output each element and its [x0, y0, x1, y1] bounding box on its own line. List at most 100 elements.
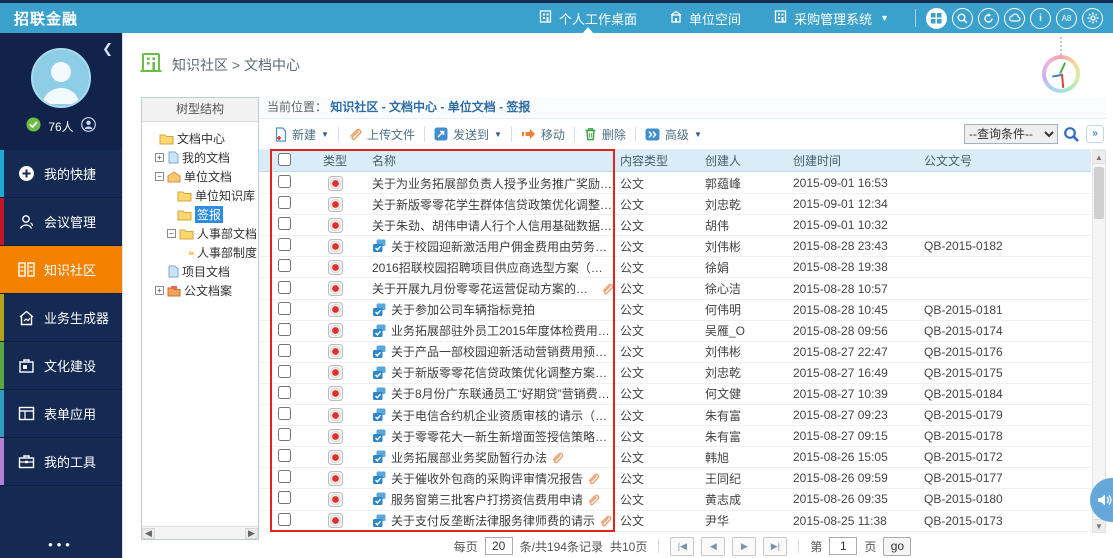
vertical-scrollbar[interactable]: ▲ ▼ — [1092, 150, 1106, 533]
cloud-icon[interactable] — [1004, 8, 1025, 29]
nav-personal-desktop[interactable]: 个人工作桌面 — [522, 3, 653, 33]
apps-grid-icon[interactable] — [926, 8, 947, 29]
row-checkbox[interactable] — [278, 217, 291, 230]
table-row[interactable]: 关于零零花大一新生新增面签授信策略的请示 公文 朱有富 2015-08-27 0… — [259, 426, 1091, 447]
last-page-button[interactable]: ▶| — [763, 537, 787, 556]
settings-gear-icon[interactable] — [1082, 8, 1103, 29]
tree-item-qianbao-selected[interactable]: 签报 — [145, 205, 257, 224]
collapse-icon[interactable]: − — [155, 172, 164, 181]
sidebar-item-my-shortcuts[interactable]: 我的快捷 — [0, 150, 122, 198]
go-button[interactable]: go — [883, 537, 911, 556]
document-name-link[interactable]: 关于开展九月份零零花运营促动方案的请示 — [372, 280, 597, 297]
info-icon[interactable]: i — [1030, 8, 1051, 29]
table-row[interactable]: 关于朱劲、胡伟申请人行个人信用基础数据库用户的... 公文 胡伟 2015-09… — [259, 215, 1091, 236]
collapse-icon[interactable]: − — [167, 229, 176, 238]
column-header-doc-number[interactable]: 公文文号 — [920, 152, 1091, 169]
select-all-checkbox[interactable] — [278, 153, 291, 166]
table-row[interactable]: 关于电信合约机企业资质审核的请示（泰隆集团... 公文 朱有富 2015-08-… — [259, 405, 1091, 426]
upload-file-button[interactable]: 上传文件 — [339, 126, 424, 143]
tree-item-my-documents[interactable]: + 我的文档 — [145, 148, 257, 167]
location-link[interactable]: 知识社区 — [330, 100, 389, 114]
send-to-button[interactable]: 发送到▼ — [425, 126, 511, 143]
tree-item-hr-policies[interactable]: 人事部制度 — [145, 243, 257, 262]
next-page-button[interactable]: ▶ — [732, 537, 756, 556]
first-page-button[interactable]: |◀ — [670, 537, 694, 556]
document-name-link[interactable]: 关于参加公司车辆指标竞拍 — [391, 301, 535, 318]
document-name-link[interactable]: 关于零零花大一新生新增面签授信策略的请示 — [391, 428, 614, 445]
tree-item-unit-documents[interactable]: − 单位文档 — [145, 167, 257, 186]
nav-procurement-system[interactable]: 采购管理系统 ▼ — [757, 3, 905, 33]
advanced-button[interactable]: 高级▼ — [636, 126, 711, 143]
sidebar-item-business-generator[interactable]: 业务生成器 — [0, 294, 122, 342]
column-header-created[interactable]: 创建时间 — [788, 152, 920, 169]
query-condition-select[interactable]: --查询条件-- — [964, 124, 1058, 144]
scrollbar-thumb[interactable] — [1094, 167, 1104, 219]
table-row[interactable]: 关于参加公司车辆指标竞拍 公文 何伟明 2015-08-28 10:45 QB-… — [259, 300, 1091, 321]
tree-item-unit-knowledge-base[interactable]: 单位知识库 — [145, 186, 257, 205]
sidebar-item-meeting-management[interactable]: 会议管理 — [0, 198, 122, 246]
scroll-down-icon[interactable]: ▼ — [1093, 519, 1105, 532]
expand-panel-icon[interactable]: » — [1086, 125, 1104, 143]
table-row[interactable]: 业务拓展部驻外员工2015年度体检费用申请 公文 吴雁_O 2015-08-28… — [259, 321, 1091, 342]
page-title[interactable]: 知识社区 > 文档中心 — [172, 55, 300, 75]
column-header-type[interactable]: 类型 — [305, 152, 365, 169]
table-row[interactable]: 关于为业务拓展部负责人授予业务推广奖励的申请 公文 郭蕴峰 2015-09-01… — [259, 173, 1091, 194]
document-name-link[interactable]: 关于新版零零花信贷政策优化调整方案第一版及... — [391, 364, 614, 381]
tree-horizontal-scrollbar[interactable]: ◀ ▶ — [142, 526, 258, 539]
row-checkbox[interactable] — [278, 449, 291, 462]
table-row[interactable]: 2016招联校园招聘项目供应商选型方案（具体说明见... 公文 徐娟 2015-… — [259, 257, 1091, 278]
table-row[interactable]: 关于支付反垄断法律服务律师费的请示 公文 尹华 2015-08-25 11:38… — [259, 511, 1091, 532]
location-link[interactable]: 文档中心 — [389, 100, 448, 114]
prev-page-button[interactable]: ◀ — [701, 537, 725, 556]
row-checkbox[interactable] — [278, 259, 291, 272]
a8-badge-icon[interactable]: A8 — [1056, 8, 1077, 29]
row-checkbox[interactable] — [278, 470, 291, 483]
table-row[interactable]: 关于开展九月份零零花运营促动方案的请示 公文 徐心洁 2015-08-28 10… — [259, 278, 1091, 299]
document-name-link[interactable]: 关于电信合约机企业资质审核的请示（泰隆集团... — [391, 407, 614, 424]
row-checkbox[interactable] — [278, 302, 291, 315]
sidebar-item-form-apps[interactable]: 表单应用 — [0, 390, 122, 438]
row-checkbox[interactable] — [278, 513, 291, 526]
delete-button[interactable]: 删除 — [575, 126, 635, 143]
table-row[interactable]: 关于8月份广东联通员工“好期贷”营销费用的申... 公文 何文健 2015-08… — [259, 384, 1091, 405]
sidebar-item-culture-building[interactable]: 文化建设 — [0, 342, 122, 390]
collapse-sidebar-icon[interactable]: ❮ — [102, 41, 113, 57]
search-icon[interactable] — [1063, 126, 1080, 143]
row-checkbox[interactable] — [278, 175, 291, 188]
column-header-name[interactable]: 名称 — [365, 152, 614, 169]
tree-item-project-documents[interactable]: 项目文档 — [145, 262, 257, 281]
document-name-link[interactable]: 2016招联校园招聘项目供应商选型方案（具体说明见... — [372, 259, 614, 276]
avatar[interactable] — [31, 48, 91, 108]
column-header-creator[interactable]: 创建人 — [700, 152, 788, 169]
nav-unit-space[interactable]: 单位空间 — [653, 3, 757, 33]
row-checkbox[interactable] — [278, 196, 291, 209]
document-name-link[interactable]: 业务拓展部业务奖励暂行办法 — [391, 449, 547, 466]
row-checkbox[interactable] — [278, 386, 291, 399]
table-row[interactable]: 业务拓展部业务奖励暂行办法 公文 韩旭 2015-08-26 15:05 QB-… — [259, 447, 1091, 468]
table-row[interactable]: 关于新版零零花学生群体信贷政策优化调整方案第二... 公文 刘忠乾 2015-0… — [259, 194, 1091, 215]
refresh-icon[interactable] — [978, 8, 999, 29]
row-checkbox[interactable] — [278, 428, 291, 441]
tree-item-hr-documents[interactable]: − 人事部文档 — [145, 224, 257, 243]
expand-icon[interactable]: + — [155, 153, 164, 162]
scroll-left-icon[interactable]: ◀ — [142, 528, 155, 539]
row-checkbox[interactable] — [278, 365, 291, 378]
row-checkbox[interactable] — [278, 323, 291, 336]
row-checkbox[interactable] — [278, 491, 291, 504]
sidebar-item-my-tools[interactable]: 我的工具 — [0, 438, 122, 486]
sidebar-more-dots[interactable]: ••• — [0, 537, 122, 552]
table-row[interactable]: 关于产品一部校园迎新活动营销费用预算申请 公文 刘伟彬 2015-08-27 2… — [259, 342, 1091, 363]
row-checkbox[interactable] — [278, 344, 291, 357]
document-name-link[interactable]: 服务窗第三批客户打捞资信费用申请 — [391, 491, 583, 508]
location-link[interactable]: 签报 — [506, 100, 530, 114]
sidebar-item-knowledge-community[interactable]: 知识社区 — [0, 246, 122, 294]
scroll-right-icon[interactable]: ▶ — [245, 528, 258, 539]
row-checkbox[interactable] — [278, 238, 291, 251]
table-row[interactable]: 关于校园迎新激活用户佣金费用由劳务公司发放... 公文 刘伟彬 2015-08-… — [259, 236, 1091, 257]
document-name-link[interactable]: 关于支付反垄断法律服务律师费的请示 — [391, 512, 595, 529]
location-link[interactable]: 单位文档 — [448, 100, 507, 114]
per-page-input[interactable] — [485, 537, 513, 555]
page-number-input[interactable] — [829, 537, 857, 555]
move-button[interactable]: 移动 — [512, 126, 574, 143]
row-checkbox[interactable] — [278, 281, 291, 294]
